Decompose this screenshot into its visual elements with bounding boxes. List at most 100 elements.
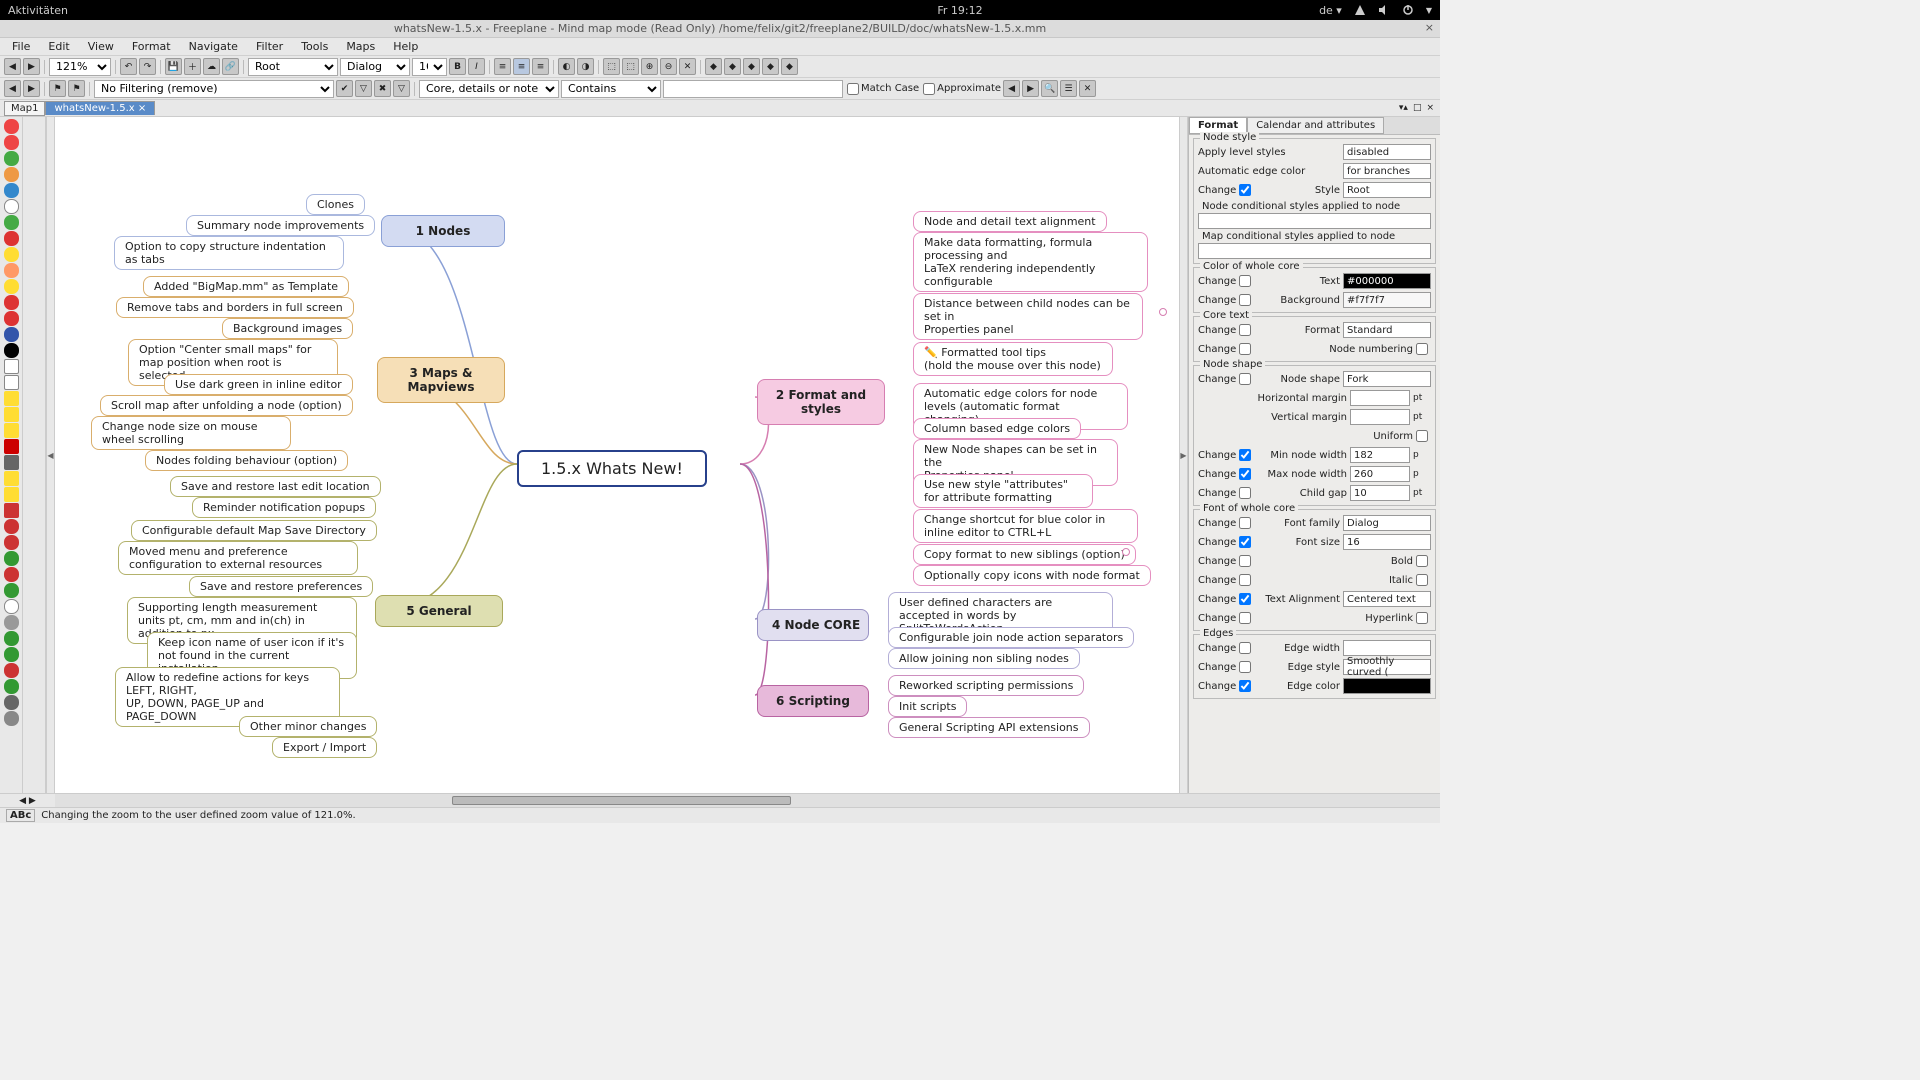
filter-opt-icon[interactable]: ▽ bbox=[393, 80, 410, 97]
palette-icon[interactable] bbox=[4, 631, 19, 646]
palette-icon[interactable] bbox=[4, 199, 19, 214]
left-scroll-icon[interactable]: ◀ ▶ bbox=[0, 793, 55, 807]
italic-checkbox[interactable] bbox=[1239, 574, 1251, 586]
palette-icon[interactable] bbox=[4, 343, 19, 358]
minw-checkbox[interactable] bbox=[1239, 449, 1251, 461]
approximate-checkbox[interactable]: Approximate bbox=[921, 83, 1001, 95]
auto-edge-value[interactable]: for branches bbox=[1343, 163, 1431, 179]
filter-icon[interactable]: ▽ bbox=[355, 80, 372, 97]
leaf-node[interactable]: ✏️ Formatted tool tips (hold the mouse o… bbox=[913, 342, 1113, 376]
find-next-icon[interactable]: ▶ bbox=[1022, 80, 1039, 97]
tab-restore-icon[interactable]: □ bbox=[1411, 103, 1424, 113]
f2-icon[interactable]: ▶ bbox=[23, 80, 40, 97]
palette-icon[interactable] bbox=[4, 295, 19, 310]
palette-icon[interactable] bbox=[4, 359, 19, 374]
ew-checkbox[interactable] bbox=[1239, 642, 1251, 654]
nodeshape-checkbox[interactable] bbox=[1239, 373, 1251, 385]
hmargin-value[interactable] bbox=[1350, 390, 1410, 406]
text-color-checkbox[interactable] bbox=[1239, 275, 1251, 287]
redo-icon[interactable]: ↷ bbox=[139, 58, 156, 75]
network-icon[interactable] bbox=[1354, 4, 1366, 16]
root-node[interactable]: 1.5.x Whats New! bbox=[517, 450, 707, 487]
palette-icon[interactable] bbox=[4, 215, 19, 230]
leaf-node[interactable]: Copy format to new siblings (option) bbox=[913, 544, 1136, 565]
prev-map-icon[interactable]: ◀ bbox=[4, 58, 21, 75]
menu-view[interactable]: View bbox=[80, 38, 122, 55]
mindmap-canvas[interactable]: 1.5.x Whats New! 1 Nodes Clones Summary … bbox=[55, 117, 1179, 793]
palette-icon[interactable] bbox=[4, 151, 19, 166]
hub-general[interactable]: 5 General bbox=[375, 595, 503, 627]
find-all-icon[interactable]: ☰ bbox=[1060, 80, 1077, 97]
palette-icon[interactable] bbox=[4, 231, 19, 246]
align-center-icon[interactable]: ≡ bbox=[513, 58, 530, 75]
ta-value[interactable]: Centered text bbox=[1343, 591, 1431, 607]
palette-icon[interactable] bbox=[4, 263, 19, 278]
font-family-select[interactable]: Dialog bbox=[340, 58, 410, 76]
leaf-node[interactable]: Save and restore preferences bbox=[189, 576, 373, 597]
palette-icon[interactable] bbox=[4, 311, 19, 326]
menu-format[interactable]: Format bbox=[124, 38, 179, 55]
tab-minimize-icon[interactable]: ▾▴ bbox=[1397, 103, 1410, 113]
maxw-value[interactable]: 260 bbox=[1350, 466, 1410, 482]
match-case-checkbox[interactable]: Match Case bbox=[845, 83, 919, 95]
filter-apply-icon[interactable]: ✔ bbox=[336, 80, 353, 97]
cond1-box[interactable] bbox=[1198, 213, 1431, 229]
f4-icon[interactable]: ⚑ bbox=[68, 80, 85, 97]
filter-value-input[interactable] bbox=[663, 80, 843, 98]
leaf-node[interactable]: Reminder notification popups bbox=[192, 497, 376, 518]
font-size-select[interactable]: 16 bbox=[412, 58, 447, 76]
leaf-node[interactable]: Distance between child nodes can be set … bbox=[913, 293, 1143, 340]
extra9-icon[interactable]: ◆ bbox=[724, 58, 741, 75]
save-icon[interactable]: 💾 bbox=[165, 58, 182, 75]
extra6-icon[interactable]: ⊖ bbox=[660, 58, 677, 75]
next-map-icon[interactable]: ▶ bbox=[23, 58, 40, 75]
menu-help[interactable]: Help bbox=[385, 38, 426, 55]
apply-level-value[interactable]: disabled bbox=[1343, 144, 1431, 160]
maxw-checkbox[interactable] bbox=[1239, 468, 1251, 480]
fs-checkbox[interactable] bbox=[1239, 536, 1251, 548]
childgap-checkbox[interactable] bbox=[1239, 487, 1251, 499]
lang-indicator[interactable]: de ▾ bbox=[1319, 4, 1342, 17]
find-close-icon[interactable]: ✕ bbox=[1079, 80, 1096, 97]
palette-icon[interactable] bbox=[4, 327, 19, 342]
extra12-icon[interactable]: ◆ bbox=[781, 58, 798, 75]
format-checkbox[interactable] bbox=[1239, 324, 1251, 336]
ec-value[interactable] bbox=[1343, 678, 1431, 694]
undo-icon[interactable]: ↶ bbox=[120, 58, 137, 75]
leaf-node[interactable]: Save and restore last edit location bbox=[170, 476, 381, 497]
link-icon[interactable]: 🔗 bbox=[222, 58, 239, 75]
close-icon[interactable]: × bbox=[1425, 21, 1434, 34]
fs-value[interactable]: 16 bbox=[1343, 534, 1431, 550]
ta-checkbox[interactable] bbox=[1239, 593, 1251, 605]
palette-icon[interactable] bbox=[4, 487, 19, 502]
align-right-icon[interactable]: ≡ bbox=[532, 58, 549, 75]
leaf-node[interactable]: Make data formatting, formula processing… bbox=[913, 232, 1148, 292]
menu-tools[interactable]: Tools bbox=[293, 38, 336, 55]
palette-icon[interactable] bbox=[4, 663, 19, 678]
filter-op-select[interactable]: Contains bbox=[561, 80, 661, 98]
hyperlink-value-checkbox[interactable] bbox=[1416, 612, 1428, 624]
italic-value-checkbox[interactable] bbox=[1416, 574, 1428, 586]
es-checkbox[interactable] bbox=[1239, 661, 1251, 673]
palette-icon[interactable] bbox=[4, 455, 19, 470]
cond2-box[interactable] bbox=[1198, 243, 1431, 259]
bold-icon[interactable]: B bbox=[449, 58, 466, 75]
ff-value[interactable]: Dialog bbox=[1343, 515, 1431, 531]
nodeshape-value[interactable]: Fork bbox=[1343, 371, 1431, 387]
es-value[interactable]: Smoothly curved ( bbox=[1343, 659, 1431, 675]
collapse-left-icon[interactable]: ◀ bbox=[46, 117, 55, 793]
leaf-node[interactable]: Allow joining non sibling nodes bbox=[888, 648, 1080, 669]
bg-color-value[interactable]: #f7f7f7 bbox=[1343, 292, 1431, 308]
style-value[interactable]: Root bbox=[1343, 182, 1431, 198]
numbering-value-checkbox[interactable] bbox=[1416, 343, 1428, 355]
palette-icon[interactable] bbox=[4, 391, 19, 406]
leaf-node[interactable]: Background images bbox=[222, 318, 353, 339]
document-tab-active[interactable]: whatsNew-1.5.x × bbox=[45, 101, 155, 115]
canvas-hscroll[interactable] bbox=[55, 793, 1188, 807]
leaf-node[interactable]: Use new style "attributes" for attribute… bbox=[913, 474, 1093, 508]
palette-icon[interactable] bbox=[4, 583, 19, 598]
volume-icon[interactable] bbox=[1378, 4, 1390, 16]
palette-icon[interactable] bbox=[4, 679, 19, 694]
extra4-icon[interactable]: ⬚ bbox=[622, 58, 639, 75]
palette-icon[interactable] bbox=[4, 695, 19, 710]
